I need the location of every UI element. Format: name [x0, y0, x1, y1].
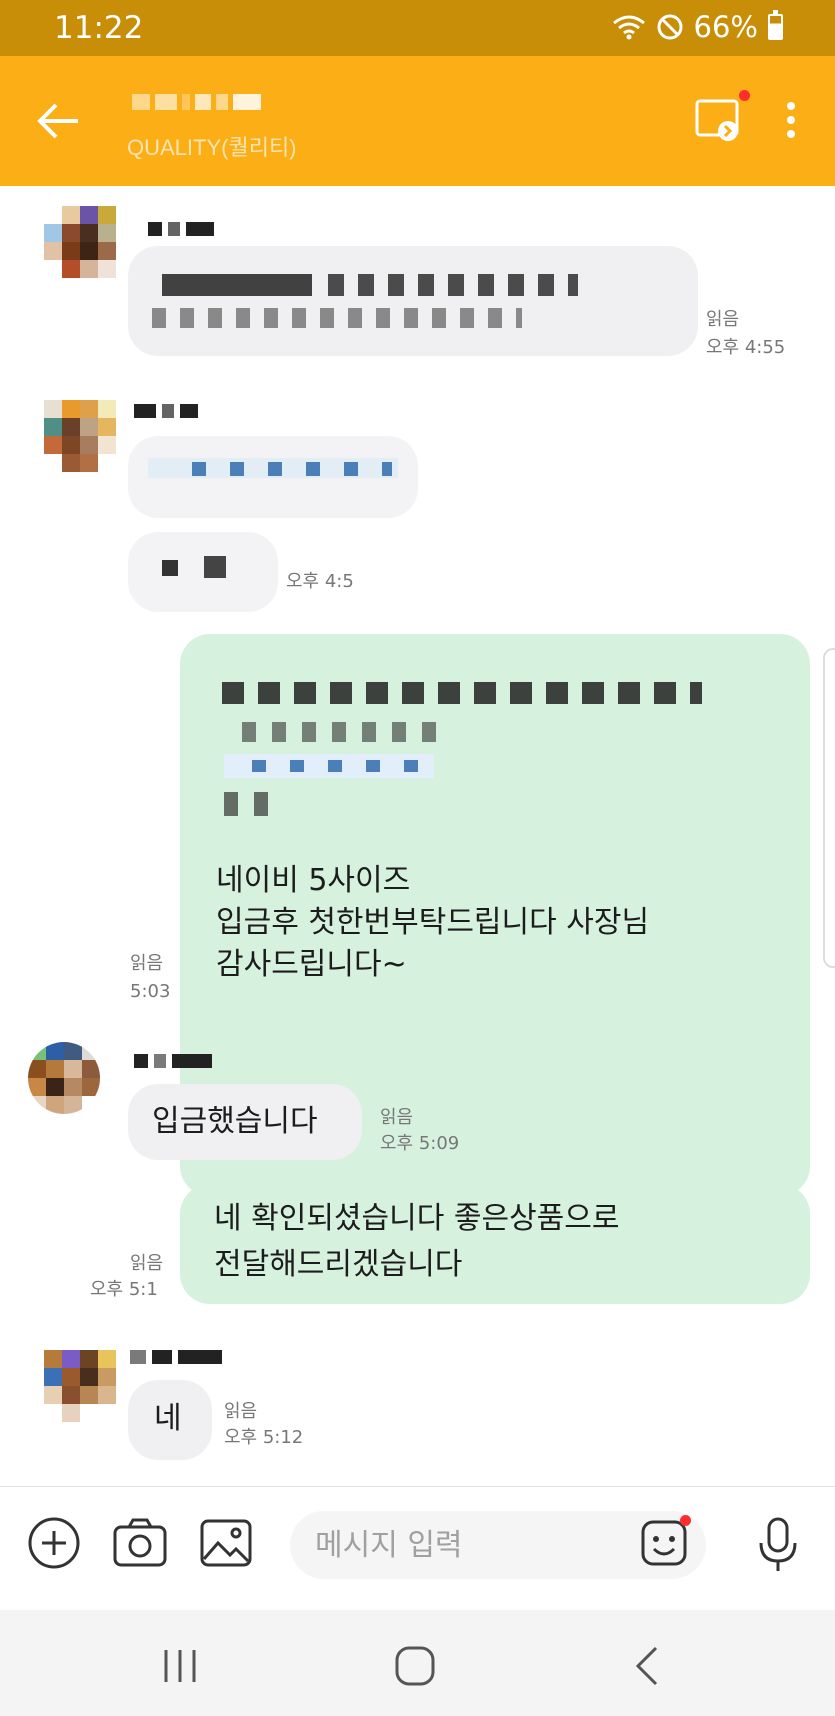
message-text: 네 확인되셨습니다 좋은상품으로 [214, 1201, 620, 1236]
message-bubble-other[interactable]: 네 [128, 1380, 212, 1460]
status-bar: 11:22 66% [0, 0, 835, 56]
nav-back-icon[interactable] [626, 1644, 670, 1688]
chat-title-redacted [132, 94, 261, 110]
sender-name-redacted [130, 1350, 222, 1364]
avatar[interactable] [44, 206, 116, 278]
message-bubble-other[interactable]: 입금했습니다 [128, 1084, 362, 1160]
message-time: 오후 5:1 [90, 1279, 158, 1300]
message-time: 오후 4:55 [706, 337, 786, 358]
sender-name-redacted [134, 404, 198, 418]
read-receipt: 읽음 [706, 309, 740, 330]
avatar[interactable] [44, 400, 116, 472]
recents-icon[interactable] [158, 1644, 202, 1688]
back-arrow-icon[interactable] [34, 96, 84, 146]
gallery-icon[interactable] [198, 1515, 254, 1571]
read-receipt: 읽음 [130, 1253, 164, 1274]
message-bubble-redacted[interactable] [128, 246, 698, 356]
camera-icon[interactable] [112, 1515, 168, 1571]
system-nav-bar [0, 1610, 835, 1716]
chat-header: QUALITY(퀄리티) [0, 56, 835, 186]
cast-icon[interactable] [695, 99, 741, 143]
message-bubble-mine[interactable]: 네 확인되셨습니다 좋은상품으로 전달해드리겠습니다 [180, 1184, 810, 1304]
status-time: 11:22 [54, 10, 144, 46]
message-time: 오후 4:5 [286, 571, 354, 592]
do-not-disturb-icon [657, 14, 683, 40]
chat-subtitle: QUALITY(퀄리티) [127, 135, 297, 160]
message-time: 오후 5:12 [224, 1427, 304, 1448]
sender-name-redacted [134, 1054, 212, 1068]
message-time: 5:03 [130, 981, 171, 1002]
read-receipt: 읽음 [224, 1401, 258, 1422]
avatar[interactable] [28, 1042, 100, 1114]
message-time: 오후 5:09 [380, 1133, 460, 1154]
message-text: 입금했습니다 [152, 1104, 318, 1139]
message-bubble-redacted[interactable] [128, 532, 278, 612]
notification-dot [739, 90, 750, 101]
message-text: 감사드립니다~ [216, 947, 407, 982]
home-icon[interactable] [393, 1644, 437, 1688]
sender-name-redacted [148, 222, 214, 236]
read-receipt: 읽음 [130, 953, 164, 974]
status-icons: 66% [612, 10, 783, 44]
battery-icon [768, 10, 783, 40]
message-text: 전달해드리겠습니다 [214, 1247, 463, 1282]
message-bubble-redacted[interactable] [128, 436, 418, 518]
more-icon[interactable] [786, 102, 796, 142]
read-receipt: 읽음 [380, 1107, 414, 1128]
scrollbar[interactable] [823, 648, 835, 968]
message-text: 네 [154, 1401, 182, 1436]
plus-icon[interactable] [26, 1515, 82, 1571]
avatar[interactable] [44, 1350, 116, 1422]
message-text: 입금후 첫한번부탁드립니다 사장님 [216, 905, 650, 940]
mic-icon[interactable] [756, 1517, 800, 1573]
wifi-icon [612, 15, 645, 40]
message-list[interactable]: 읽음 오후 4:55 오후 4:5 네이비 5사이즈 입금후 첫한번부탁드립니다… [0, 186, 835, 1486]
notification-dot [680, 1515, 691, 1526]
input-bar [0, 1486, 835, 1610]
message-text: 네이비 5사이즈 [216, 863, 411, 898]
battery-percent: 66% [693, 10, 758, 44]
emoji-icon[interactable] [640, 1519, 688, 1567]
